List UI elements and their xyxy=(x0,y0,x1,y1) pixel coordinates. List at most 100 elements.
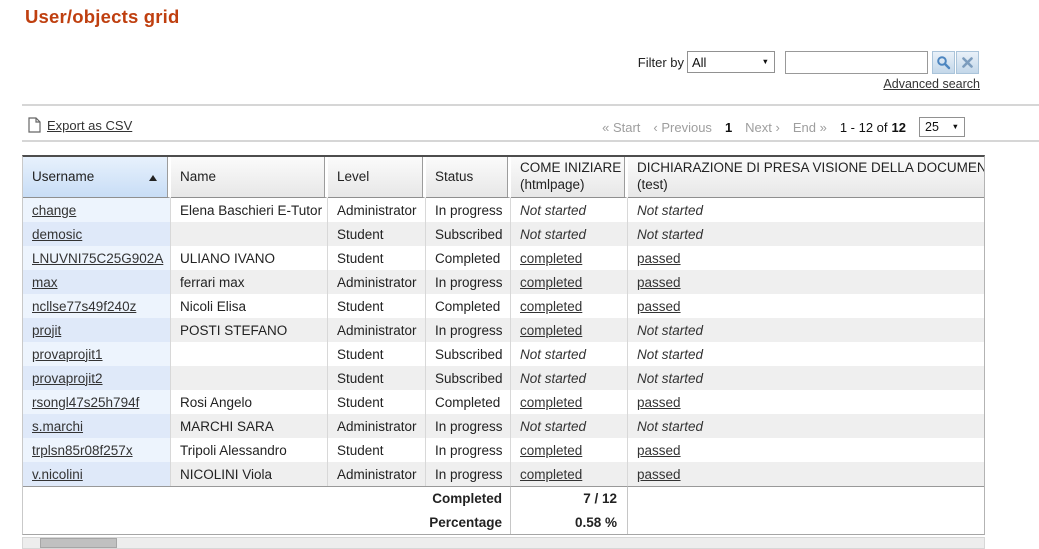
object-status-text: Not started xyxy=(520,347,586,362)
filter-by-label: Filter by xyxy=(638,55,684,70)
footer-completed-row: Completed 7 / 12 xyxy=(23,486,984,510)
username-cell: change xyxy=(23,198,171,222)
status-cell: Subscribed xyxy=(426,342,511,366)
dichiarazione-cell: passed xyxy=(628,462,984,486)
status-cell: Completed xyxy=(426,294,511,318)
dichiarazione-cell: passed xyxy=(628,294,984,318)
object-status-text: Not started xyxy=(637,323,703,338)
object-status-link[interactable]: completed xyxy=(520,299,582,314)
dichiarazione-cell: Not started xyxy=(628,342,984,366)
level-cell: Student xyxy=(328,222,426,246)
search-input[interactable] xyxy=(785,51,928,74)
column-header-dichiarazione[interactable]: DICHIARAZIONE DI PRESA VISIONE DELLA DOC… xyxy=(628,157,984,198)
level-cell: Student xyxy=(328,366,426,390)
page-size-select[interactable]: 25 ▼ xyxy=(919,117,965,137)
users-objects-grid: Username Name Level Status COME INIZIARE… xyxy=(22,155,985,535)
table-row: ncllse77s49f240zNicoli ElisaStudentCompl… xyxy=(23,294,984,318)
object-status-link[interactable]: passed xyxy=(637,467,681,482)
footer-empty-cell xyxy=(628,486,984,510)
pagination-start[interactable]: « Start xyxy=(602,120,640,135)
status-cell: In progress xyxy=(426,318,511,342)
name-cell: MARCHI SARA xyxy=(171,414,328,438)
object-status-link[interactable]: completed xyxy=(520,443,582,458)
level-cell: Student xyxy=(328,390,426,414)
scrollbar-thumb[interactable] xyxy=(40,538,117,548)
object-status-link[interactable]: passed xyxy=(637,395,681,410)
status-cell: Completed xyxy=(426,390,511,414)
username-link[interactable]: s.marchi xyxy=(32,419,83,434)
name-cell: Rosi Angelo xyxy=(171,390,328,414)
username-link[interactable]: provaprojit1 xyxy=(32,347,103,362)
table-row: v.nicoliniNICOLINI ViolaAdministratorIn … xyxy=(23,462,984,486)
object-status-link[interactable]: passed xyxy=(637,275,681,290)
level-cell: Student xyxy=(328,438,426,462)
username-cell: s.marchi xyxy=(23,414,171,438)
divider xyxy=(22,140,1039,142)
object-status-link[interactable]: completed xyxy=(520,275,582,290)
status-cell: In progress xyxy=(426,198,511,222)
level-cell: Student xyxy=(328,246,426,270)
column-header-username[interactable]: Username xyxy=(23,157,171,198)
clear-search-button[interactable] xyxy=(956,51,979,74)
table-row: LNUVNI75C25G902AULIANO IVANOStudentCompl… xyxy=(23,246,984,270)
pagination-current-page[interactable]: 1 xyxy=(725,120,732,135)
column-header-come-iniziare[interactable]: COME INIZIARE (htmlpage) xyxy=(511,157,628,198)
dichiarazione-cell: passed xyxy=(628,390,984,414)
username-cell: ncllse77s49f240z xyxy=(23,294,171,318)
horizontal-scrollbar[interactable] xyxy=(22,537,985,549)
username-cell: demosic xyxy=(23,222,171,246)
column-header-level[interactable]: Level xyxy=(328,157,426,198)
column-header-status[interactable]: Status xyxy=(426,157,511,198)
username-cell: rsongl47s25h794f xyxy=(23,390,171,414)
username-link[interactable]: trplsn85r08f257x xyxy=(32,443,133,458)
object-status-link[interactable]: completed xyxy=(520,395,582,410)
object-status-text: Not started xyxy=(637,371,703,386)
object-status-link[interactable]: completed xyxy=(520,251,582,266)
pagination-end[interactable]: End » xyxy=(793,120,827,135)
username-cell: LNUVNI75C25G902A xyxy=(23,246,171,270)
object-status-link[interactable]: passed xyxy=(637,443,681,458)
object-status-link[interactable]: passed xyxy=(637,299,681,314)
username-link[interactable]: ncllse77s49f240z xyxy=(32,299,136,314)
username-link[interactable]: max xyxy=(32,275,58,290)
object-status-link[interactable]: completed xyxy=(520,467,582,482)
username-link[interactable]: provaprojit2 xyxy=(32,371,103,386)
username-link[interactable]: LNUVNI75C25G902A xyxy=(32,251,163,266)
level-cell: Student xyxy=(328,294,426,318)
pagination-range-text: 1 - 12 of xyxy=(840,120,888,135)
username-link[interactable]: demosic xyxy=(32,227,82,242)
object-status-text: Not started xyxy=(637,227,703,242)
name-cell: ferrari max xyxy=(171,270,328,294)
object-status-link[interactable]: passed xyxy=(637,251,681,266)
name-cell: POSTI STEFANO xyxy=(171,318,328,342)
status-cell: Completed xyxy=(426,246,511,270)
close-icon xyxy=(962,57,973,68)
table-row: provaprojit2StudentSubscribedNot started… xyxy=(23,366,984,390)
pagination-previous[interactable]: ‹ Previous xyxy=(653,120,712,135)
search-button[interactable] xyxy=(932,51,955,74)
completed-label: Completed xyxy=(23,486,511,510)
object-status-link[interactable]: completed xyxy=(520,323,582,338)
export-csv-label: Export as CSV xyxy=(47,118,132,133)
name-cell xyxy=(171,366,328,390)
column-header-name[interactable]: Name xyxy=(171,157,328,198)
divider xyxy=(22,104,1039,106)
page-size-select-control[interactable]: 25 xyxy=(920,118,964,136)
object-status-text: Not started xyxy=(520,419,586,434)
come-iniziare-cell: completed xyxy=(511,438,628,462)
username-link[interactable]: v.nicolini xyxy=(32,467,83,482)
status-cell: In progress xyxy=(426,462,511,486)
username-link[interactable]: projit xyxy=(32,323,61,338)
export-csv-link[interactable]: Export as CSV xyxy=(28,117,132,133)
name-cell: Elena Baschieri E-Tutor xyxy=(171,198,328,222)
pagination-total: 12 xyxy=(892,120,906,135)
filter-by-select[interactable]: All ▼ xyxy=(687,51,775,73)
pagination-next[interactable]: Next › xyxy=(745,120,780,135)
username-link[interactable]: rsongl47s25h794f xyxy=(32,395,139,410)
username-cell: projit xyxy=(23,318,171,342)
table-row: maxferrari maxAdministratorIn progressco… xyxy=(23,270,984,294)
advanced-search-link[interactable]: Advanced search xyxy=(883,77,980,91)
filter-by-select-control[interactable]: All xyxy=(688,52,774,72)
dichiarazione-cell: passed xyxy=(628,270,984,294)
username-link[interactable]: change xyxy=(32,203,76,218)
